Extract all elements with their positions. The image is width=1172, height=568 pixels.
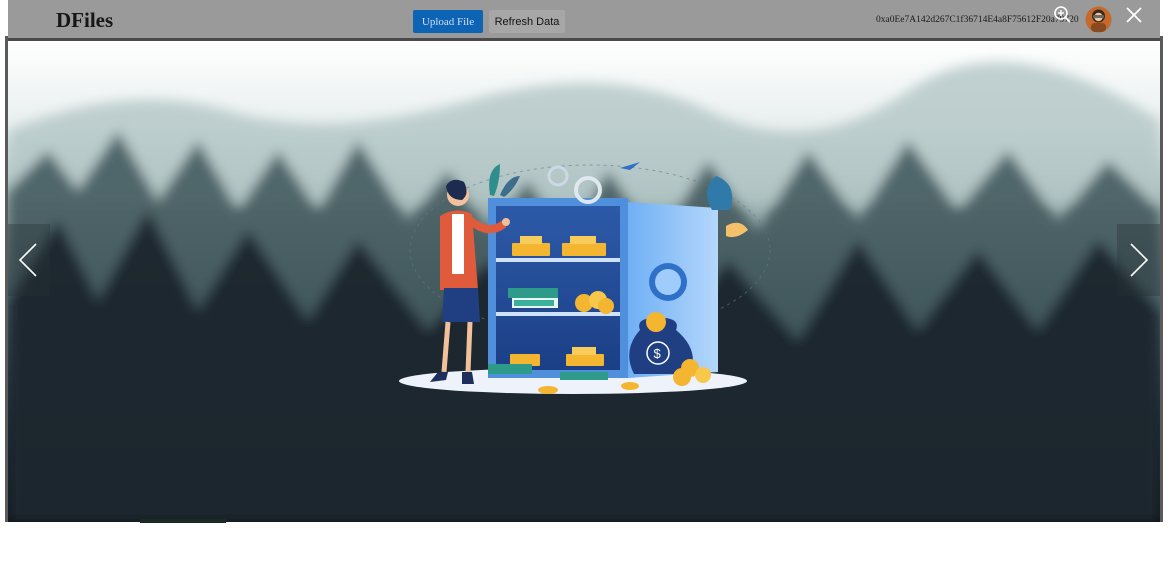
viewer-right-border bbox=[1160, 36, 1163, 522]
zoom-in-icon[interactable] bbox=[1053, 5, 1071, 23]
svg-text:$: $ bbox=[654, 346, 662, 361]
close-icon[interactable] bbox=[1124, 5, 1144, 25]
viewer-image: $ bbox=[8, 41, 1160, 522]
refresh-data-button[interactable]: Refresh Data bbox=[489, 10, 565, 33]
chevron-left-icon bbox=[18, 243, 37, 277]
app-logo[interactable]: DFiles bbox=[56, 8, 113, 33]
previous-image-button[interactable] bbox=[8, 224, 50, 296]
image-viewer: $ bbox=[8, 41, 1160, 522]
wallet-address: 0xa0Ee7A142d267C1f36714E4a8F75612F20a797… bbox=[876, 15, 1079, 25]
next-image-button[interactable] bbox=[1117, 224, 1160, 296]
chevron-right-icon bbox=[1130, 243, 1149, 277]
upload-file-button[interactable]: Upload File bbox=[413, 10, 483, 33]
avatar[interactable] bbox=[1085, 6, 1112, 33]
thumbnail-strip bbox=[140, 519, 226, 523]
